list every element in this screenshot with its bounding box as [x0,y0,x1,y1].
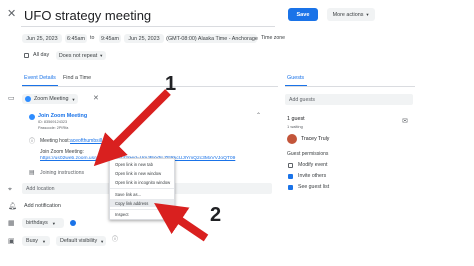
annotation-arrows [93,89,209,242]
arrow-2-label: 2 [210,204,222,226]
arrow-2 [154,202,209,242]
arrow-1-label: 1 [165,73,177,95]
arrow-1 [93,89,171,167]
